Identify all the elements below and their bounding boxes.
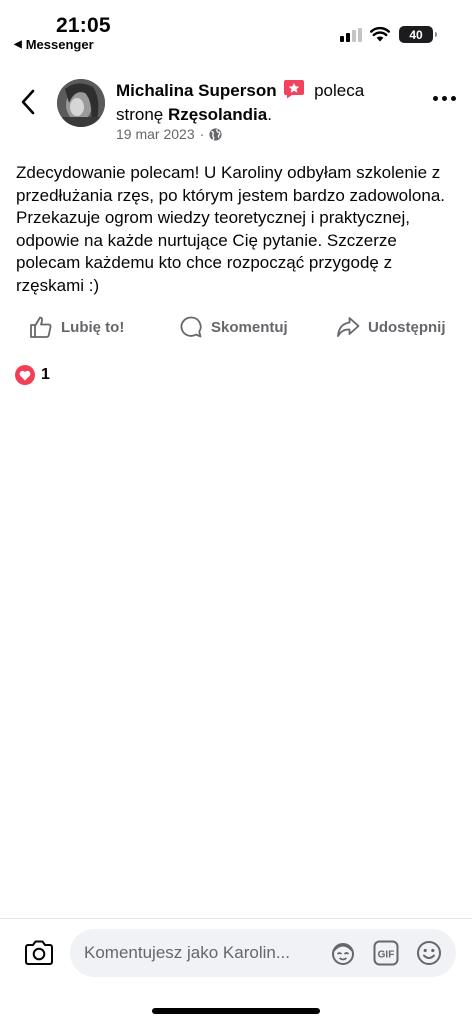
back-triangle-icon: ◀ [14, 39, 22, 50]
share-arrow-icon [337, 317, 360, 337]
cellular-signal-icon [340, 28, 362, 42]
recommend-badge-icon [284, 80, 305, 99]
camera-icon[interactable] [24, 939, 54, 967]
back-app-label: Messenger [25, 37, 94, 52]
reactions-summary[interactable]: 1 [15, 365, 50, 385]
like-label: Lubię to! [61, 318, 125, 336]
avatar-photo [57, 79, 105, 127]
more-dot [442, 96, 447, 101]
post-meta: 19 mar 2023 · [116, 126, 222, 142]
page-suffix: . [267, 105, 272, 124]
post-headline: Michalina Superson poleca stronę Rzęsola… [116, 79, 416, 127]
comment-bubble-icon [180, 316, 202, 338]
more-dot [451, 96, 456, 101]
more-dot [433, 96, 438, 101]
author-avatar[interactable] [57, 79, 105, 127]
heart-icon [15, 365, 35, 385]
more-options-button[interactable] [433, 96, 456, 101]
like-button[interactable]: Lubię to! [29, 310, 124, 344]
battery-indicator: 40 [399, 26, 437, 43]
comment-button[interactable]: Skomentuj [179, 310, 288, 344]
post-actions-bar: Lubię to! Skomentuj Udostępnij [0, 310, 472, 344]
status-bar: 21:05 ◀ Messenger 40 [0, 0, 472, 56]
emoji-icon[interactable] [416, 940, 442, 966]
back-button[interactable] [16, 86, 40, 118]
reaction-count: 1 [41, 366, 50, 383]
avatar-sticker-icon[interactable] [330, 940, 356, 966]
comment-composer: GIF [0, 918, 472, 988]
status-time: 21:05 [56, 14, 111, 37]
post-header: Michalina Superson poleca stronę Rzęsola… [0, 72, 472, 144]
comment-input-box: GIF [70, 929, 456, 977]
back-to-app-link[interactable]: ◀ Messenger [14, 37, 94, 52]
post-body-text: Zdecydowanie polecam! U Karoliny odbyłam… [16, 163, 445, 295]
wifi-icon [370, 26, 390, 42]
svg-text:GIF: GIF [378, 950, 395, 961]
comment-label: Skomentuj [211, 318, 288, 336]
comment-input[interactable] [84, 929, 324, 977]
post-date[interactable]: 19 mar 2023 [116, 126, 195, 142]
recommends-text: poleca [314, 81, 365, 100]
thumbs-up-icon [30, 316, 52, 338]
chevron-left-icon [21, 89, 35, 115]
page-name-link[interactable]: Rzęsolandia [168, 105, 267, 124]
meta-separator: · [199, 126, 205, 142]
gif-icon[interactable]: GIF [373, 940, 399, 966]
globe-icon [209, 127, 222, 141]
page-prefix: stronę [116, 105, 164, 124]
battery-level: 40 [409, 27, 423, 42]
author-name[interactable]: Michalina Superson [116, 81, 277, 100]
share-button[interactable]: Udostępnij [336, 310, 446, 344]
share-label: Udostępnij [368, 318, 446, 336]
home-indicator[interactable] [152, 1008, 320, 1014]
